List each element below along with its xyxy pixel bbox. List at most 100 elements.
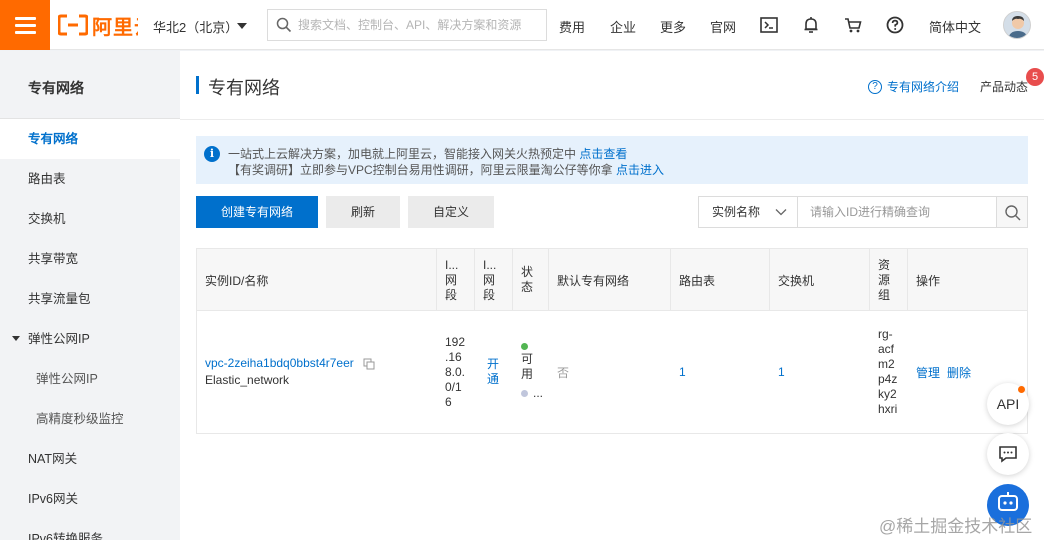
search-icon <box>276 17 292 33</box>
create-vpc-button[interactable]: 创建专有网络 <box>196 196 318 228</box>
sidebar-item-hp-monitor[interactable]: 高精度秒级监控 <box>0 399 180 439</box>
enable-ipv6-link[interactable]: 通 <box>487 372 499 387</box>
title-accent-bar <box>196 76 199 94</box>
filter-search-button[interactable] <box>996 196 1028 228</box>
sidebar-item-ipv6-gateway[interactable]: IPv6网关 <box>0 479 180 519</box>
sidebar-item-eip[interactable]: 弹性公网IP <box>0 359 180 399</box>
resource-group-part: rg- <box>878 327 893 341</box>
feedback-float-button[interactable] <box>987 433 1029 475</box>
resource-group-part: hxri <box>878 402 898 416</box>
page-title: 专有网络 <box>208 78 280 98</box>
notice-line-2-text: 【有奖调研】立即参与VPC控制台易用性调研，阿里云限量淘公仔等你拿 <box>228 163 613 177</box>
nav-more[interactable]: 更多 <box>660 17 686 36</box>
cidr-part: 6 <box>445 394 452 409</box>
user-avatar[interactable] <box>1003 11 1031 39</box>
global-search[interactable] <box>267 9 547 41</box>
logo-text: 阿里云 <box>92 16 138 39</box>
cell-instance: vpc-2zeiha1bdq0bbst4r7eer Elastic_networ… <box>197 311 437 433</box>
col-header-part: 态 <box>521 280 534 294</box>
col-header-part: 资 <box>878 257 891 272</box>
cidr-part: 8.0. <box>445 364 466 379</box>
copy-icon[interactable] <box>363 358 375 370</box>
col-header-part: 段 <box>445 287 458 302</box>
search-icon <box>1005 205 1021 221</box>
sidebar-item-vswitch[interactable]: 交换机 <box>0 199 180 239</box>
aliyun-logo[interactable]: 阿里云 <box>58 12 138 38</box>
resource-group-part: m2 <box>878 357 895 371</box>
refresh-button[interactable]: 刷新 <box>326 196 400 228</box>
info-icon: i <box>204 146 220 162</box>
delete-link[interactable]: 删除 <box>947 364 971 381</box>
cidr-part: 0/1 <box>445 379 462 394</box>
watermark-text: @稀土掘金技术社区 <box>879 517 1033 536</box>
notice-link-enter[interactable]: 点击进入 <box>616 163 664 177</box>
col-header-part: 网 <box>445 272 458 287</box>
chat-icon <box>999 446 1017 463</box>
col-header-ipv6-cidr[interactable]: I... 网 段 <box>475 249 513 311</box>
enable-ipv6-link[interactable]: 开 <box>487 357 499 372</box>
api-notification-dot <box>1018 386 1025 393</box>
nav-enterprise[interactable]: 企业 <box>610 17 636 36</box>
main-content: 专有网络 ? 专有网络介绍 产品动态 5 i 一站式上云解决方案，加电就上阿里云… <box>180 51 1044 540</box>
news-count-badge: 5 <box>1026 68 1044 86</box>
aliyun-logo-icon <box>58 14 88 36</box>
cell-resource-group: rg- acf m2 p4z ky2 hxri <box>870 311 908 433</box>
help-icon[interactable] <box>885 15 905 35</box>
region-caret-icon[interactable] <box>237 23 247 29</box>
sidebar-item-eip-group-label: 弹性公网IP <box>28 332 90 346</box>
top-bar: 阿里云 华北2（北京） 费用 企业 更多 官网 简体中文 <box>0 0 1044 50</box>
filter-search-field[interactable] <box>797 196 997 228</box>
product-news-link[interactable]: 产品动态 <box>980 78 1028 95</box>
vswitch-count-link[interactable]: 1 <box>770 311 870 433</box>
filter-field-select[interactable]: 实例名称 <box>698 196 798 228</box>
vpc-intro-link[interactable]: ? 专有网络介绍 <box>868 78 959 95</box>
cell-status: 可 用 ... <box>513 311 549 433</box>
route-table-count-link[interactable]: 1 <box>671 311 770 433</box>
vpc-id-link[interactable]: vpc-2zeiha1bdq0bbst4r7eer <box>205 356 354 370</box>
filter-search-input[interactable] <box>797 197 996 227</box>
col-header-route-table: 路由表 <box>671 249 770 311</box>
sidebar-item-shared-traffic[interactable]: 共享流量包 <box>0 279 180 319</box>
menu-icon[interactable] <box>0 0 50 50</box>
nav-billing[interactable]: 费用 <box>559 17 585 36</box>
status-more: ... <box>533 386 544 400</box>
col-header-part: 网 <box>483 272 496 287</box>
nav-official-site[interactable]: 官网 <box>710 17 736 36</box>
vpc-table: 实例ID/名称 I... 网 段 I... 网 段 状 态 默认专有网络 路由表… <box>196 248 1028 434</box>
col-header-resource-group: 资 源 组 <box>870 249 908 311</box>
status-text: 用 <box>521 367 534 381</box>
notice-line-2: 【有奖调研】立即参与VPC控制台易用性调研，阿里云限量淘公仔等你拿 点击进入 <box>228 161 664 178</box>
col-header-part: 源 <box>878 272 891 287</box>
col-header-vswitch: 交换机 <box>770 249 870 311</box>
col-header-ipv4-cidr[interactable]: I... 网 段 <box>437 249 475 311</box>
sidebar-item-ipv6-translation[interactable]: IPv6转换服务 <box>0 519 180 540</box>
sidebar: 专有网络 专有网络 路由表 交换机 共享带宽 共享流量包 弹性公网IP 弹性公网… <box>0 51 180 540</box>
col-header-status: 状 态 <box>513 249 549 311</box>
sidebar-item-vpc[interactable]: 专有网络 <box>0 119 180 159</box>
chevron-down-icon <box>775 209 787 216</box>
resource-group-part: ky2 <box>878 387 897 401</box>
bell-icon[interactable] <box>801 15 821 35</box>
resource-group-part: p4z <box>878 372 898 386</box>
status-ok-dot <box>521 343 528 350</box>
sidebar-item-nat[interactable]: NAT网关 <box>0 439 180 479</box>
cell-ipv6-cidr: 开 通 <box>475 311 513 433</box>
col-header-part: I... <box>483 257 497 272</box>
col-header-actions: 操作 <box>916 273 941 288</box>
terminal-icon[interactable] <box>759 15 779 35</box>
region-selector[interactable]: 华北2（北京） <box>153 17 238 36</box>
cidr-part: 192 <box>445 334 466 349</box>
language-selector[interactable]: 简体中文 <box>929 17 981 36</box>
manage-link[interactable]: 管理 <box>916 364 940 381</box>
sidebar-title: 专有网络 <box>28 80 84 96</box>
sidebar-item-eip-group[interactable]: 弹性公网IP <box>0 319 180 359</box>
notice-link-view[interactable]: 点击查看 <box>579 147 627 161</box>
notice-line-1-text: 一站式上云解决方案，加电就上阿里云，智能接入网关火热预定中 <box>228 147 577 161</box>
global-search-input[interactable] <box>298 10 543 40</box>
customize-button[interactable]: 自定义 <box>408 196 494 228</box>
cart-icon[interactable] <box>843 15 863 35</box>
sidebar-item-route-table[interactable]: 路由表 <box>0 159 180 199</box>
sidebar-item-shared-bandwidth[interactable]: 共享带宽 <box>0 239 180 279</box>
cell-ipv4-cidr: 192 .16 8.0. 0/1 6 <box>437 311 475 433</box>
status-secondary: ... <box>521 386 543 401</box>
